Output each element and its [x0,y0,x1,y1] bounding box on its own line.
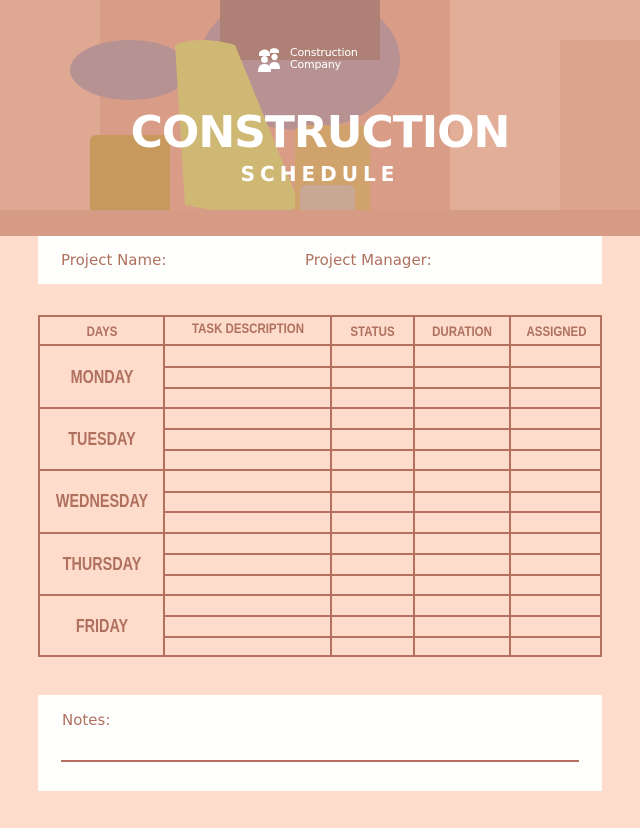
cell-monday-duration[interactable] [415,368,509,386]
cell-wednesday-assigned[interactable] [511,513,600,531]
cell-monday-assigned[interactable] [511,347,600,365]
cell-friday-assigned[interactable] [511,617,600,635]
cell-friday-assigned[interactable] [511,597,600,615]
cell-friday-duration[interactable] [415,617,509,635]
cell-tuesday-duration[interactable] [415,409,509,427]
cell-monday-status[interactable] [332,389,413,407]
cell-tuesday-status[interactable] [332,451,413,469]
cell-monday-assigned[interactable] [511,368,600,386]
cell-tuesday-assigned[interactable] [511,451,600,469]
column-header-duration: DURATION [432,323,492,339]
notes-input-line[interactable] [61,760,579,762]
cell-tuesday-task-description[interactable] [165,430,330,448]
column-header-task-description: TASK DESCRIPTION [191,320,305,336]
column-header-status: STATUS [350,323,395,339]
day-label-friday: FRIDAY [75,616,129,637]
cell-friday-assigned[interactable] [511,638,600,656]
cell-wednesday-status[interactable] [332,472,413,490]
cell-friday-task-description[interactable] [165,617,330,635]
cell-tuesday-duration[interactable] [415,451,509,469]
cell-thursday-assigned[interactable] [511,534,600,552]
cell-wednesday-duration[interactable] [415,472,509,490]
cell-thursday-task-description[interactable] [165,576,330,594]
construction-workers-icon [258,48,280,72]
cell-wednesday-status[interactable] [332,513,413,531]
column-header-days: DAYS [86,323,118,339]
cell-tuesday-assigned[interactable] [511,430,600,448]
cell-wednesday-duration[interactable] [415,493,509,511]
cell-wednesday-assigned[interactable] [511,472,600,490]
notes-label: Notes: [62,711,111,729]
cell-tuesday-task-description[interactable] [165,409,330,427]
cell-thursday-status[interactable] [332,555,413,573]
schedule-table: DAYS TASK DESCRIPTION STATUS DURATION AS… [38,315,602,657]
cell-thursday-duration[interactable] [415,555,509,573]
cell-tuesday-status[interactable] [332,409,413,427]
day-label-wednesday: WEDNESDAY [55,491,149,512]
cell-thursday-assigned[interactable] [511,555,600,573]
cell-thursday-assigned[interactable] [511,576,600,594]
cell-friday-task-description[interactable] [165,638,330,656]
cell-thursday-status[interactable] [332,576,413,594]
company-name-line2: Company [290,58,341,71]
cell-tuesday-assigned[interactable] [511,409,600,427]
cell-wednesday-task-description[interactable] [165,493,330,511]
cell-thursday-duration[interactable] [415,576,509,594]
day-label-monday: MONDAY [70,366,134,387]
project-manager-label: Project Manager: [305,251,432,269]
day-label-thursday: THURSDAY [62,553,142,574]
cell-monday-task-description[interactable] [165,347,330,365]
cell-monday-status[interactable] [332,368,413,386]
cell-friday-status[interactable] [332,617,413,635]
cell-friday-task-description[interactable] [165,597,330,615]
cell-wednesday-assigned[interactable] [511,493,600,511]
cell-monday-status[interactable] [332,347,413,365]
project-name-label: Project Name: [61,251,167,269]
cell-wednesday-status[interactable] [332,493,413,511]
column-header-assigned: ASSIGNED [526,323,587,339]
day-label-tuesday: TUESDAY [68,429,136,450]
cell-friday-duration[interactable] [415,597,509,615]
project-info-panel: Project Name: Project Manager: [38,236,602,284]
cell-tuesday-duration[interactable] [415,430,509,448]
cell-friday-status[interactable] [332,638,413,656]
cell-tuesday-status[interactable] [332,430,413,448]
cell-wednesday-task-description[interactable] [165,513,330,531]
page-subtitle: SCHEDULE [240,162,400,186]
cell-thursday-status[interactable] [332,534,413,552]
cell-thursday-duration[interactable] [415,534,509,552]
cell-tuesday-task-description[interactable] [165,451,330,469]
cell-friday-status[interactable] [332,597,413,615]
cell-monday-duration[interactable] [415,389,509,407]
cell-friday-duration[interactable] [415,638,509,656]
cell-wednesday-task-description[interactable] [165,472,330,490]
cell-wednesday-duration[interactable] [415,513,509,531]
cell-monday-duration[interactable] [415,347,509,365]
hero-banner: Construction Company CONSTRUCTION SCHEDU… [0,0,640,236]
page-title: CONSTRUCTION [130,107,511,158]
cell-thursday-task-description[interactable] [165,555,330,573]
company-logo: Construction Company [256,45,358,73]
cell-thursday-task-description[interactable] [165,534,330,552]
cell-monday-task-description[interactable] [165,389,330,407]
cell-monday-task-description[interactable] [165,368,330,386]
cell-monday-assigned[interactable] [511,389,600,407]
notes-panel: Notes: [38,695,602,791]
